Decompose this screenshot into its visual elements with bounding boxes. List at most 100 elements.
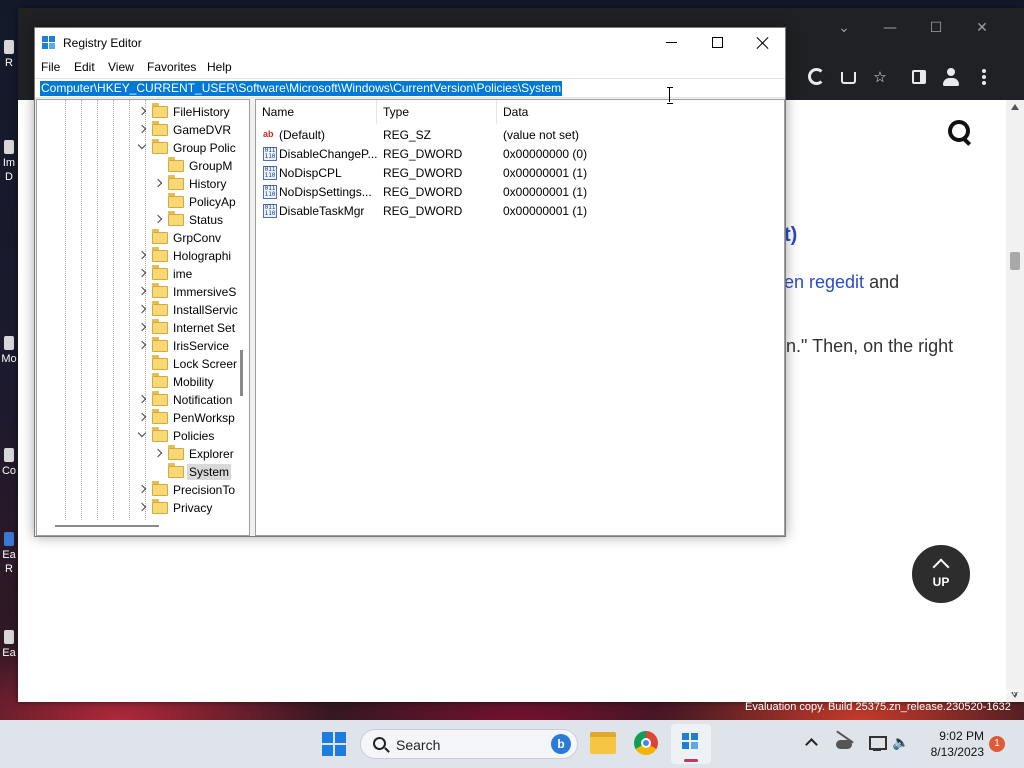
- tree-item[interactable]: GroupM: [37, 157, 249, 175]
- network-icon[interactable]: [868, 734, 887, 752]
- minimize-button[interactable]: [649, 28, 695, 58]
- values-list-pane[interactable]: Name Type Data ab (Default) REG_SZ (value n…: [255, 99, 785, 536]
- tree-item[interactable]: ime: [37, 265, 249, 283]
- chevron-right-icon[interactable]: [153, 178, 163, 188]
- tree-item[interactable]: Explorer: [37, 445, 249, 463]
- maximize-button[interactable]: [695, 28, 741, 58]
- chevron-right-icon[interactable]: [137, 286, 147, 296]
- tree-item[interactable]: PenWorksp: [37, 409, 249, 427]
- chevron-right-icon[interactable]: [137, 304, 147, 314]
- google-lens-icon[interactable]: [803, 64, 829, 90]
- desktop-icon[interactable]: Im D: [0, 140, 18, 184]
- browser-scroll-thumb[interactable]: [1010, 252, 1020, 270]
- desktop-icon[interactable]: Ea: [0, 630, 18, 660]
- tree-item[interactable]: Policies: [37, 427, 249, 445]
- taskbar-search-box[interactable]: Search b: [360, 729, 578, 759]
- side-panel-icon[interactable]: [906, 64, 932, 90]
- show-hidden-icons-chevron-icon[interactable]: [805, 738, 818, 751]
- scroll-to-top-button[interactable]: UP: [910, 543, 972, 605]
- tree-item[interactable]: Status: [37, 211, 249, 229]
- chevron-down-icon[interactable]: [137, 140, 147, 150]
- registry-value-row[interactable]: ab (Default) REG_SZ (value not set): [260, 126, 780, 145]
- desktop-icon[interactable]: Mo: [0, 336, 18, 366]
- share-icon[interactable]: [835, 64, 861, 90]
- tree-item[interactable]: IrisService: [37, 337, 249, 355]
- file-explorer-icon[interactable]: [590, 732, 616, 754]
- browser-scrollbar[interactable]: [1006, 100, 1024, 702]
- tree-item[interactable]: Privacy: [37, 499, 249, 517]
- system-clock[interactable]: 9:02 PM 8/13/2023: [916, 728, 984, 760]
- tree-item[interactable]: PolicyAp: [37, 193, 249, 211]
- chevron-right-icon[interactable]: [137, 502, 147, 512]
- chevron-right-icon[interactable]: [137, 124, 147, 134]
- address-path[interactable]: Computer\HKEY_CURRENT_USER\Software\Micr…: [40, 81, 563, 96]
- tree-item[interactable]: Mobility: [37, 373, 249, 391]
- chevron-right-icon[interactable]: [137, 394, 147, 404]
- menu-edit[interactable]: Edit: [74, 60, 95, 74]
- chevron-down-icon[interactable]: [137, 428, 147, 438]
- profile-avatar-icon[interactable]: [938, 64, 964, 90]
- tree-item[interactable]: System: [37, 463, 249, 481]
- tree-item[interactable]: Internet Set: [37, 319, 249, 337]
- chevron-right-icon[interactable]: [137, 106, 147, 116]
- tree-horizontal-scrollbar[interactable]: [55, 525, 159, 527]
- tree-item[interactable]: Group Polic: [37, 139, 249, 157]
- browser-menu-kebab-icon[interactable]: [971, 64, 997, 90]
- onedrive-cloud-icon[interactable]: [836, 734, 854, 752]
- menu-favorites[interactable]: Favorites: [147, 60, 196, 74]
- title-bar[interactable]: Registry Editor: [35, 28, 785, 58]
- chevron-right-icon[interactable]: [137, 322, 147, 332]
- chevron-right-icon[interactable]: [137, 250, 147, 260]
- tree-item[interactable]: History: [37, 175, 249, 193]
- chevron-right-icon[interactable]: [137, 412, 147, 422]
- column-header-type[interactable]: Type: [377, 100, 497, 124]
- desktop-icon[interactable]: Ea R: [0, 532, 18, 576]
- column-header-name[interactable]: Name: [256, 100, 377, 124]
- browser-minimize-button[interactable]: —: [870, 14, 910, 42]
- menu-bar: File Edit View Favorites Help: [35, 58, 785, 78]
- tree-item[interactable]: PrecisionTo: [37, 481, 249, 499]
- tree-item[interactable]: ImmersiveS: [37, 283, 249, 301]
- three-dots-icon: [982, 69, 986, 73]
- chevron-right-icon[interactable]: [153, 448, 163, 458]
- registry-value-row[interactable]: 011 110 DisableChangeP... REG_DWORD 0x00000…: [260, 145, 780, 164]
- browser-tab-dropdown-button[interactable]: ⌄: [824, 14, 864, 42]
- browser-close-button[interactable]: ✕: [962, 14, 1002, 42]
- column-header-data[interactable]: Data: [497, 100, 657, 124]
- chrome-icon[interactable]: [634, 731, 658, 755]
- tree-item[interactable]: GrpConv: [37, 229, 249, 247]
- registry-editor-taskbar-button[interactable]: [671, 724, 711, 764]
- registry-value-row[interactable]: 011 110 DisableTaskMgr REG_DWORD 0x00000001…: [260, 202, 780, 221]
- desktop-icon[interactable]: R: [0, 40, 18, 70]
- tree-item[interactable]: Lock Screer: [37, 355, 249, 373]
- bookmark-star-icon[interactable]: ☆: [867, 64, 893, 90]
- value-name: DisableChangeP...: [279, 147, 378, 161]
- registry-value-row[interactable]: 011 110 NoDispSettings... REG_DWORD 0x00000…: [260, 183, 780, 202]
- tree-item[interactable]: Holographi: [37, 247, 249, 265]
- page-search-icon[interactable]: [948, 120, 974, 146]
- browser-maximize-button[interactable]: ☐: [916, 14, 956, 42]
- start-windows-icon[interactable]: [322, 732, 346, 756]
- regedit-link[interactable]: en regedit: [784, 272, 864, 292]
- bing-icon[interactable]: b: [551, 734, 571, 754]
- scroll-up-arrow-icon[interactable]: [1011, 104, 1019, 110]
- menu-view[interactable]: View: [108, 60, 134, 74]
- tree-item[interactable]: InstallServic: [37, 301, 249, 319]
- tree-item[interactable]: FileHistory: [37, 103, 249, 121]
- tree-item-label: Group Polic: [173, 141, 236, 155]
- chevron-right-icon[interactable]: [137, 340, 147, 350]
- chevron-right-icon[interactable]: [137, 484, 147, 494]
- tree-item[interactable]: Notification: [37, 391, 249, 409]
- registry-value-row[interactable]: 011 110 NoDispCPL REG_DWORD 0x00000001 (1): [260, 164, 780, 183]
- chevron-right-icon[interactable]: [153, 214, 163, 224]
- notification-badge[interactable]: 1: [989, 736, 1005, 752]
- menu-help[interactable]: Help: [207, 60, 232, 74]
- key-tree-pane[interactable]: FileHistory GameDVR Group Polic GroupM Histo…: [36, 99, 250, 536]
- desktop-icon[interactable]: Co: [0, 448, 18, 478]
- menu-file[interactable]: File: [41, 60, 60, 74]
- tree-item[interactable]: GameDVR: [37, 121, 249, 139]
- tree-item-label: System: [187, 464, 232, 480]
- close-button[interactable]: [740, 28, 786, 58]
- chevron-right-icon[interactable]: [137, 268, 147, 278]
- volume-icon[interactable]: 🔈: [892, 734, 910, 752]
